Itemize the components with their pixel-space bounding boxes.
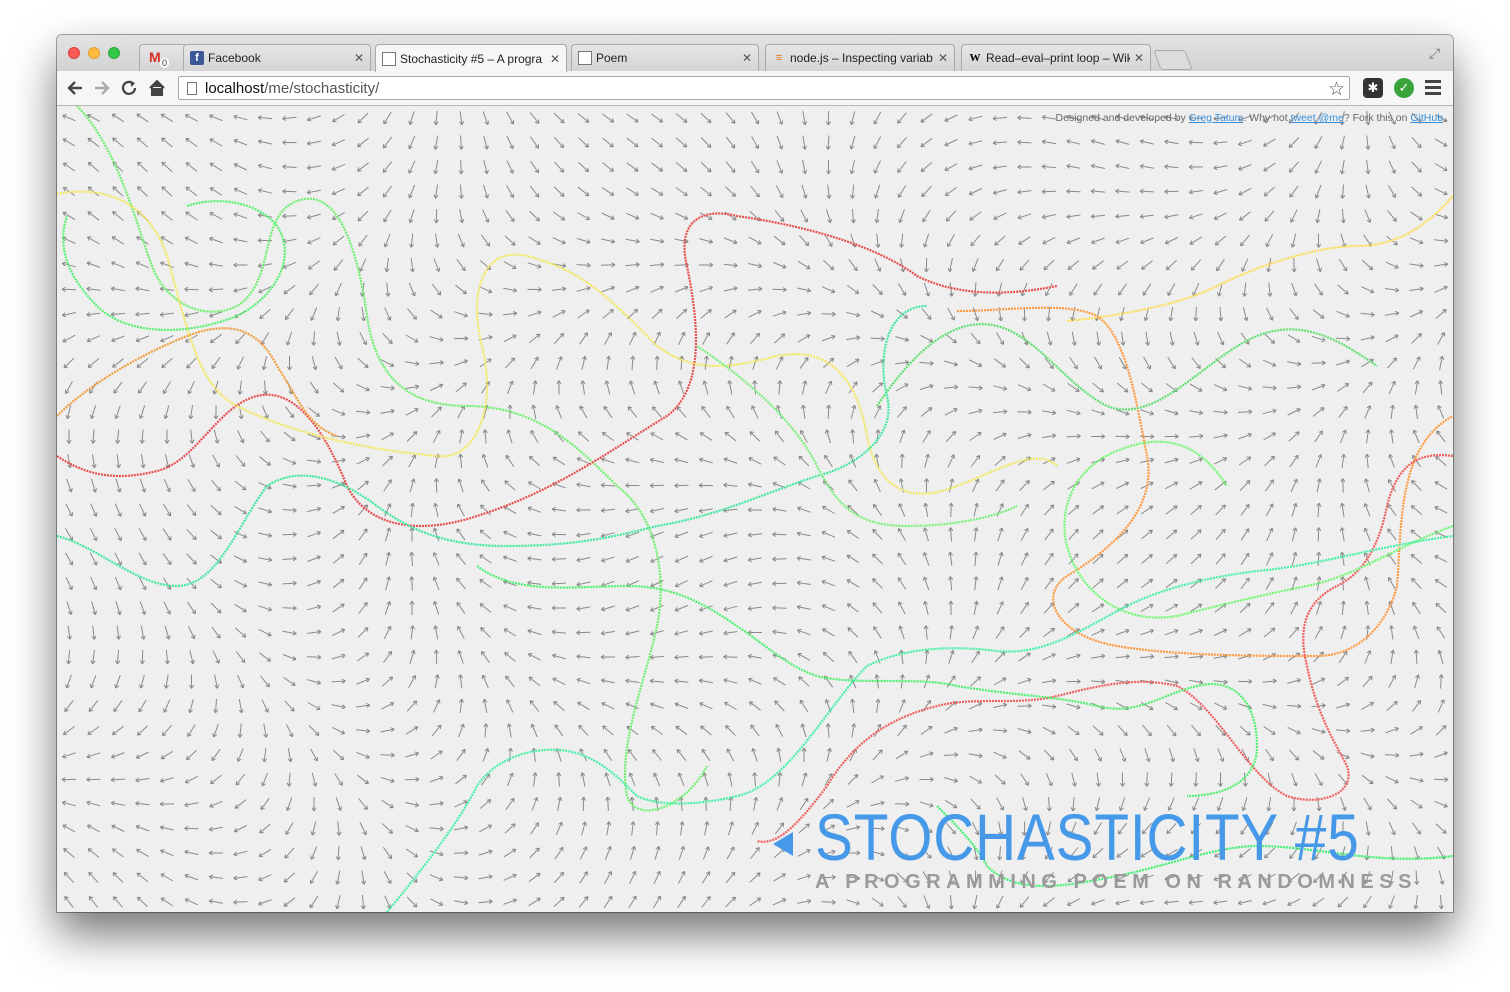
bookmark-star-icon[interactable]: ☆ bbox=[1328, 78, 1345, 101]
random-walk-line bbox=[57, 190, 1058, 495]
home-button[interactable] bbox=[146, 77, 168, 99]
tab-title: Facebook bbox=[208, 51, 261, 65]
wikipedia-icon: W bbox=[969, 52, 981, 64]
tab-close-icon[interactable]: ✕ bbox=[938, 51, 948, 65]
credits-text: ? Fork this on bbox=[1343, 112, 1411, 124]
back-arrow-icon bbox=[67, 81, 82, 95]
extension-green-icon[interactable]: ✓ bbox=[1394, 78, 1414, 98]
page-canvas: Designed and developed by Greg Tatum. Wh… bbox=[57, 106, 1453, 912]
window-minimize-button[interactable] bbox=[88, 47, 100, 59]
chrome-menu-icon[interactable] bbox=[1425, 80, 1441, 96]
github-link[interactable]: GitHub bbox=[1410, 112, 1443, 124]
forward-button[interactable] bbox=[91, 77, 113, 99]
tab-close-icon[interactable]: ✕ bbox=[550, 52, 560, 66]
random-walk-line bbox=[57, 327, 338, 438]
tweet-link[interactable]: tweet @me bbox=[1291, 112, 1344, 124]
random-walk-line bbox=[57, 304, 928, 588]
random-walk-line bbox=[1066, 195, 1453, 323]
random-walk-line bbox=[62, 200, 286, 332]
new-tab-button[interactable] bbox=[1153, 50, 1193, 70]
address-bar[interactable]: localhost/me/stochasticity/ ☆ bbox=[178, 76, 1350, 100]
window-close-button[interactable] bbox=[68, 47, 80, 59]
credits-line: Designed and developed by Greg Tatum. Wh… bbox=[1056, 112, 1446, 124]
document-icon bbox=[382, 51, 396, 66]
random-walk-line bbox=[1063, 440, 1453, 619]
tab-wikipedia[interactable]: W Read–eval–print loop – Wik ✕ bbox=[961, 44, 1151, 71]
tab-close-icon[interactable]: ✕ bbox=[354, 51, 364, 65]
tab-gmail[interactable]: M 0 bbox=[139, 44, 187, 71]
stochastic-lines bbox=[57, 106, 1453, 912]
random-walk-line bbox=[956, 306, 1453, 658]
previous-arrow-icon[interactable] bbox=[773, 832, 793, 856]
tab-title: node.js – Inspecting variab bbox=[790, 51, 933, 65]
browser-toolbar: localhost/me/stochasticity/ ☆ ✱ ✓ bbox=[57, 71, 1453, 106]
credits-text: . bbox=[1443, 112, 1446, 124]
stackoverflow-icon: ≡ bbox=[775, 52, 783, 64]
forward-arrow-icon bbox=[95, 81, 110, 95]
gmail-icon: M bbox=[149, 49, 161, 65]
gmail-unread-count: 0 bbox=[160, 58, 170, 68]
tab-strip: M 0 f Facebook ✕ Stochasticity #5 – A pr… bbox=[57, 35, 1453, 72]
tab-close-icon[interactable]: ✕ bbox=[742, 51, 752, 65]
url-host: localhost bbox=[205, 79, 265, 97]
random-walk-line bbox=[57, 212, 1058, 528]
browser-window: M 0 f Facebook ✕ Stochasticity #5 – A pr… bbox=[57, 35, 1453, 912]
back-button[interactable] bbox=[64, 77, 86, 99]
random-walk-line bbox=[696, 345, 1018, 528]
tab-poem[interactable]: Poem ✕ bbox=[571, 44, 759, 71]
document-icon bbox=[578, 51, 592, 65]
credits-text: Designed and developed by bbox=[1055, 112, 1189, 124]
tab-close-icon[interactable]: ✕ bbox=[1134, 51, 1144, 65]
tab-title: Read–eval–print loop – Wik bbox=[986, 51, 1130, 65]
home-icon bbox=[149, 79, 165, 96]
poem-subtitle: A PROGRAMMING POEM ON RANDOMNESS bbox=[815, 871, 1417, 893]
flow-field-canvas bbox=[57, 106, 1453, 912]
window-zoom-button[interactable] bbox=[108, 47, 120, 59]
facebook-icon: f bbox=[190, 51, 204, 65]
tab-nodejs[interactable]: ≡ node.js – Inspecting variab ✕ bbox=[765, 44, 955, 71]
author-link[interactable]: Greg Tatum bbox=[1189, 112, 1244, 124]
page-icon bbox=[187, 81, 197, 95]
tab-facebook[interactable]: f Facebook ✕ bbox=[183, 44, 371, 71]
reload-button[interactable] bbox=[118, 77, 140, 99]
reload-icon bbox=[121, 80, 137, 95]
credits-text: . Why not bbox=[1243, 112, 1291, 124]
extension-puzzle-icon[interactable]: ✱ bbox=[1363, 78, 1383, 98]
poem-title: STOCHASTICITY #5 bbox=[815, 800, 1360, 874]
fullscreen-icon[interactable]: ⤢ bbox=[1429, 45, 1443, 61]
tab-stochasticity[interactable]: Stochasticity #5 – A progra ✕ bbox=[375, 44, 567, 72]
tab-title: Stochasticity #5 – A progra bbox=[400, 51, 543, 66]
tab-title: Poem bbox=[596, 51, 628, 65]
url-path: /me/stochasticity/ bbox=[264, 79, 380, 97]
